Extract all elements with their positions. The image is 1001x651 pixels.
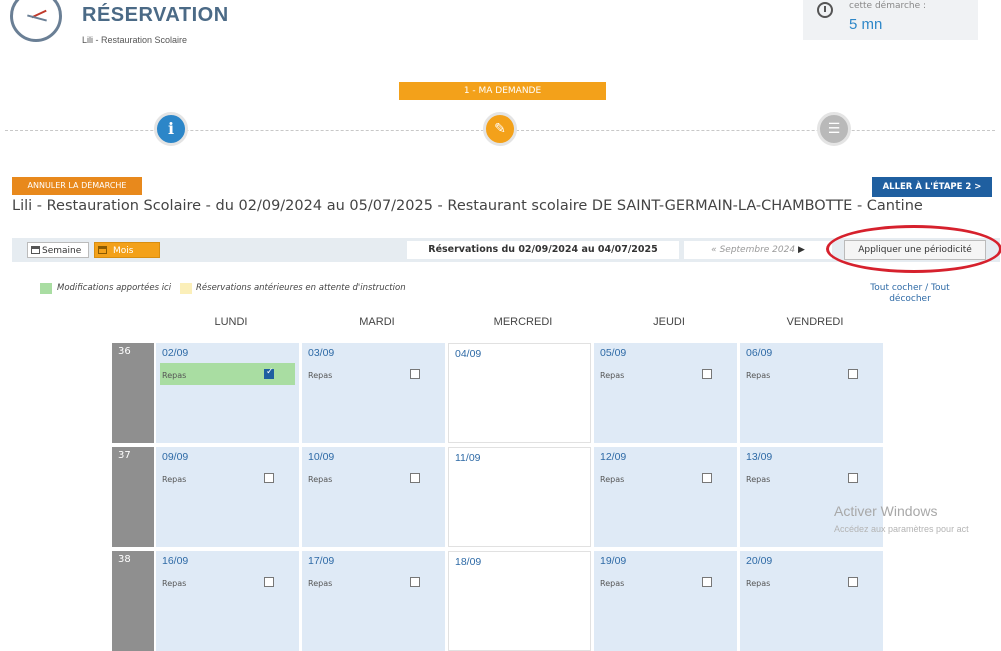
check-all-link[interactable]: Tout cocher [870,283,922,293]
prev-month-button[interactable]: « [711,245,717,255]
duration-value: 5 mn [849,16,883,33]
day-cell: 02/09 Repas [156,343,299,443]
cancel-process-button[interactable]: ANNULER LA DÉMARCHE [12,177,142,195]
meal-checkbox[interactable] [702,473,712,483]
day-date: 13/09 [746,451,773,463]
day-date: 02/09 [162,347,189,359]
week-view-button[interactable]: Semaine [27,242,89,258]
current-month-label: Septembre 2024 [719,245,796,255]
meal-label: Repas [600,371,625,380]
meal-checkbox[interactable] [264,577,274,587]
current-step-banner: 1 - MA DEMANDE [399,82,606,100]
day-header: JEUDI [653,316,685,328]
week-number: 37 [112,447,154,547]
legend-pending-label: Réservations antérieures en attente d'in… [196,283,406,293]
meal-label: Repas [746,579,771,588]
meal-label: Repas [308,475,333,484]
week-number: 38 [112,551,154,651]
day-cell: 04/09 [448,343,591,443]
meal-label: Repas [162,475,187,484]
month-navigator: « Septembre 2024 ▶ [684,241,832,259]
day-cell: 19/09 Repas [594,551,737,651]
meal-checkbox[interactable] [848,369,858,379]
week-number: 36 [112,343,154,443]
day-cell: 20/09 Repas [740,551,883,651]
check-links: Tout cocher / Tout décocher [855,283,965,305]
day-header: MARDI [359,316,395,328]
list-icon[interactable]: ☰ [817,112,851,146]
day-date: 19/09 [600,555,627,567]
calendar-icon [31,246,40,254]
day-cell: 12/09 Repas [594,447,737,547]
day-cell: 09/09 Repas [156,447,299,547]
month-view-button[interactable]: Mois [94,242,160,258]
day-cell: 10/09 Repas [302,447,445,547]
day-date: 16/09 [162,555,189,567]
day-date: 12/09 [600,451,627,463]
day-cell: 06/09 Repas [740,343,883,443]
day-cell: 03/09 Repas [302,343,445,443]
day-date: 06/09 [746,347,773,359]
day-date: 20/09 [746,555,773,567]
calendar-icon [98,246,107,254]
next-month-button[interactable]: ▶ [798,245,805,255]
meal-checkbox[interactable] [410,369,420,379]
meal-checkbox[interactable] [702,369,712,379]
info-icon[interactable]: i [154,112,188,146]
meal-checkbox[interactable] [410,473,420,483]
meal-label: Repas [600,579,625,588]
reservation-period: Réservations du 02/09/2024 au 04/07/2025 [407,241,679,259]
meal-label: Repas [162,371,187,380]
meal-label: Repas [746,371,771,380]
page-title: RÉSERVATION [82,4,229,26]
meal-checkbox[interactable] [264,367,274,379]
modified-meal-highlight: Repas [160,363,295,385]
meal-checkbox[interactable] [264,473,274,483]
day-header: VENDREDI [786,316,844,328]
pencil-icon[interactable]: ✎ [483,112,517,146]
meal-checkbox[interactable] [848,473,858,483]
activation-watermark-title: Activer Windows [834,503,938,519]
meal-checkbox[interactable] [410,577,420,587]
day-date: 09/09 [162,451,189,463]
day-header: MERCREDI [493,316,553,328]
day-cell: 16/09 Repas [156,551,299,651]
day-date: 04/09 [455,348,482,360]
meal-label: Repas [308,579,333,588]
reservation-heading: Lili - Restauration Scolaire - du 02/09/… [12,198,923,214]
month-view-label: Mois [113,246,134,256]
meal-label: Repas [600,475,625,484]
meal-checkbox[interactable] [702,577,712,587]
day-date: 10/09 [308,451,335,463]
day-date: 18/09 [455,556,482,568]
meal-label: Repas [308,371,333,380]
day-cell: 17/09 Repas [302,551,445,651]
meal-checkbox[interactable] [848,577,858,587]
meal-label: Repas [746,475,771,484]
legend-swatch-pending [180,283,192,294]
day-date: 03/09 [308,347,335,359]
legend-swatch-modified [40,283,52,294]
week-view-label: Semaine [42,246,82,256]
day-cell: 11/09 [448,447,591,547]
annotation-ellipse [826,225,1001,273]
clock-logo-icon [10,0,62,42]
activation-watermark-text: Accédez aux paramètres pour act [834,524,969,534]
day-cell: 05/09 Repas [594,343,737,443]
page-subtitle: Lili - Restauration Scolaire [82,35,188,45]
day-cell: 18/09 [448,551,591,651]
day-header: LUNDI [214,316,248,328]
link-separator: / [925,283,929,293]
meal-label: Repas [162,579,187,588]
day-date: 17/09 [308,555,335,567]
duration-label: cette démarche : [849,1,927,11]
clock-icon [817,2,833,18]
go-to-step-2-button[interactable]: ALLER À L'ÉTAPE 2 > [872,177,992,197]
legend-modified-label: Modifications apportées ici [57,283,172,293]
day-date: 11/09 [455,452,481,464]
day-date: 05/09 [600,347,627,359]
